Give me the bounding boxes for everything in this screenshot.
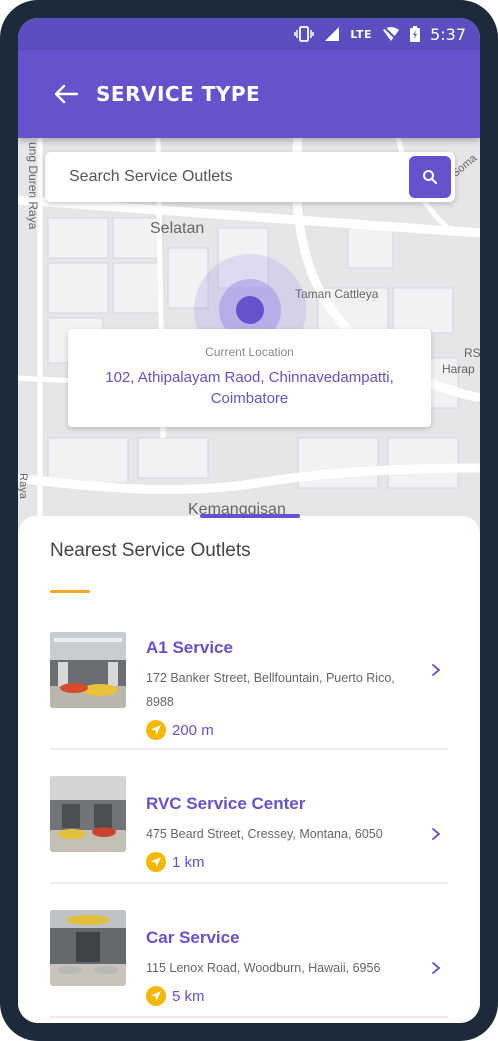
current-location-marker[interactable] xyxy=(236,296,264,324)
outlet-address: 115 Lenox Road, Woodburn, Hawaii, 6956 xyxy=(146,961,381,975)
outlet-address: 475 Beard Street, Cressey, Montana, 6050 xyxy=(146,827,383,841)
status-bar: LTE 5:37 xyxy=(18,18,480,50)
current-location-label: Current Location xyxy=(205,345,294,359)
navigation-icon xyxy=(146,720,166,740)
outlet-item[interactable]: A1 Service 172 Banker Street, Bellfounta… xyxy=(50,616,448,750)
outlet-thumbnail xyxy=(50,776,126,852)
distance-row: 200 m xyxy=(146,720,214,740)
chevron-right-icon xyxy=(428,662,444,678)
outlet-thumbnail xyxy=(50,910,126,986)
arrow-left-icon xyxy=(54,84,79,104)
outlet-name: A1 Service xyxy=(146,638,233,657)
outlet-distance: 5 km xyxy=(172,987,205,1005)
outlet-thumbnail xyxy=(50,632,126,708)
distance-row: 5 km xyxy=(146,986,205,1006)
distance-row: 1 km xyxy=(146,852,205,872)
current-location-card[interactable]: Current Location 102, Athipalayam Raod, … xyxy=(68,329,431,427)
network-type: LTE xyxy=(350,27,373,41)
map-label: ung Duren Raya xyxy=(26,142,40,230)
navigation-icon xyxy=(146,986,166,1006)
wifi-off-icon xyxy=(382,26,400,42)
back-button[interactable] xyxy=(46,74,86,114)
search-button[interactable] xyxy=(409,156,451,198)
device-frame: LTE 5:37 SERVICE TYPE Selatan Taman Catt… xyxy=(0,0,498,1041)
title-underline xyxy=(50,590,90,593)
app-bar: SERVICE TYPE xyxy=(18,50,480,138)
map-label: Selatan xyxy=(150,220,205,237)
signal-icon xyxy=(324,26,340,42)
outlet-name: Car Service xyxy=(146,928,240,947)
chevron-right-icon xyxy=(428,826,444,842)
map-label: RS xyxy=(464,346,480,360)
clock: 5:37 xyxy=(430,24,466,44)
outlet-item[interactable]: Car Service 115 Lenox Road, Woodburn, Ha… xyxy=(50,884,448,1018)
map-label: Raya xyxy=(18,473,29,499)
current-location-address: 102, Athipalayam Raod, Chinnavedampatti,… xyxy=(105,369,394,407)
outlet-distance: 1 km xyxy=(172,853,205,871)
map-label: Taman Cattleya xyxy=(295,287,379,301)
chevron-right-icon xyxy=(428,960,444,976)
outlet-address: 172 Banker Street, Bellfountain, Puerto … xyxy=(146,671,395,709)
battery-icon xyxy=(410,26,421,42)
search-bar xyxy=(45,152,455,202)
search-icon xyxy=(423,170,438,185)
page-title: SERVICE TYPE xyxy=(96,82,261,106)
outlets-sheet: Nearest Service Outlets A1 Service 172 B… xyxy=(18,514,480,1023)
screen: LTE 5:37 SERVICE TYPE Selatan Taman Catt… xyxy=(18,18,480,1023)
sheet-handle[interactable] xyxy=(200,514,300,518)
search-input[interactable] xyxy=(45,152,395,202)
map-label: Harap xyxy=(442,362,475,376)
section-title: Nearest Service Outlets xyxy=(50,540,251,561)
navigation-icon xyxy=(146,852,166,872)
vibrate-icon xyxy=(294,26,315,42)
outlet-distance: 200 m xyxy=(172,721,214,739)
outlet-name: RVC Service Center xyxy=(146,794,306,813)
outlet-item[interactable]: RVC Service Center 475 Beard Street, Cre… xyxy=(50,750,448,884)
